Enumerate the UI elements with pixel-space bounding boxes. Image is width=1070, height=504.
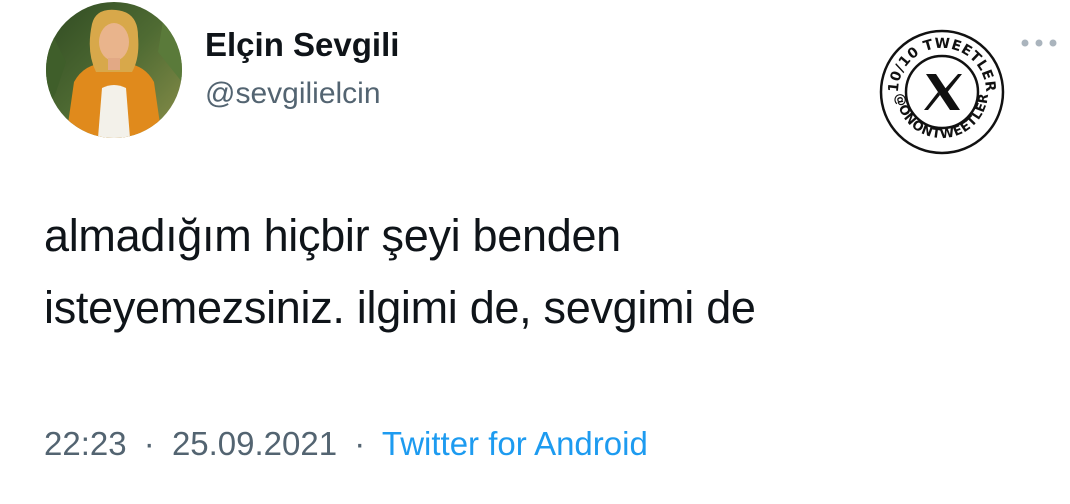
- display-name[interactable]: Elçin Sevgili: [205, 26, 399, 64]
- tweet-text-line: almadığım hiçbir şeyi benden: [44, 210, 621, 261]
- meta-separator: ·: [354, 425, 366, 462]
- tweet-time[interactable]: 22:23: [44, 425, 127, 462]
- tweet-date[interactable]: 25.09.2021: [172, 425, 337, 462]
- avatar[interactable]: [46, 2, 182, 138]
- meta-separator: ·: [143, 425, 155, 462]
- avatar-photo: [46, 2, 182, 138]
- tweet-text: almadığım hiçbir şeyi benden isteyemezsi…: [44, 200, 1004, 344]
- watermark-badge: 10/10 TWEETLER @ONONTWEETLER: [878, 28, 1006, 156]
- tweet-text-line: isteyemezsiniz. ilgimi de, sevgimi de: [44, 282, 756, 333]
- tweet-meta: 22:23 · 25.09.2021 · Twitter for Android: [44, 425, 648, 463]
- more-options-icon[interactable]: [1016, 28, 1062, 58]
- tweet-source-link[interactable]: Twitter for Android: [382, 425, 648, 462]
- user-handle[interactable]: @sevgilielcin: [205, 77, 381, 111]
